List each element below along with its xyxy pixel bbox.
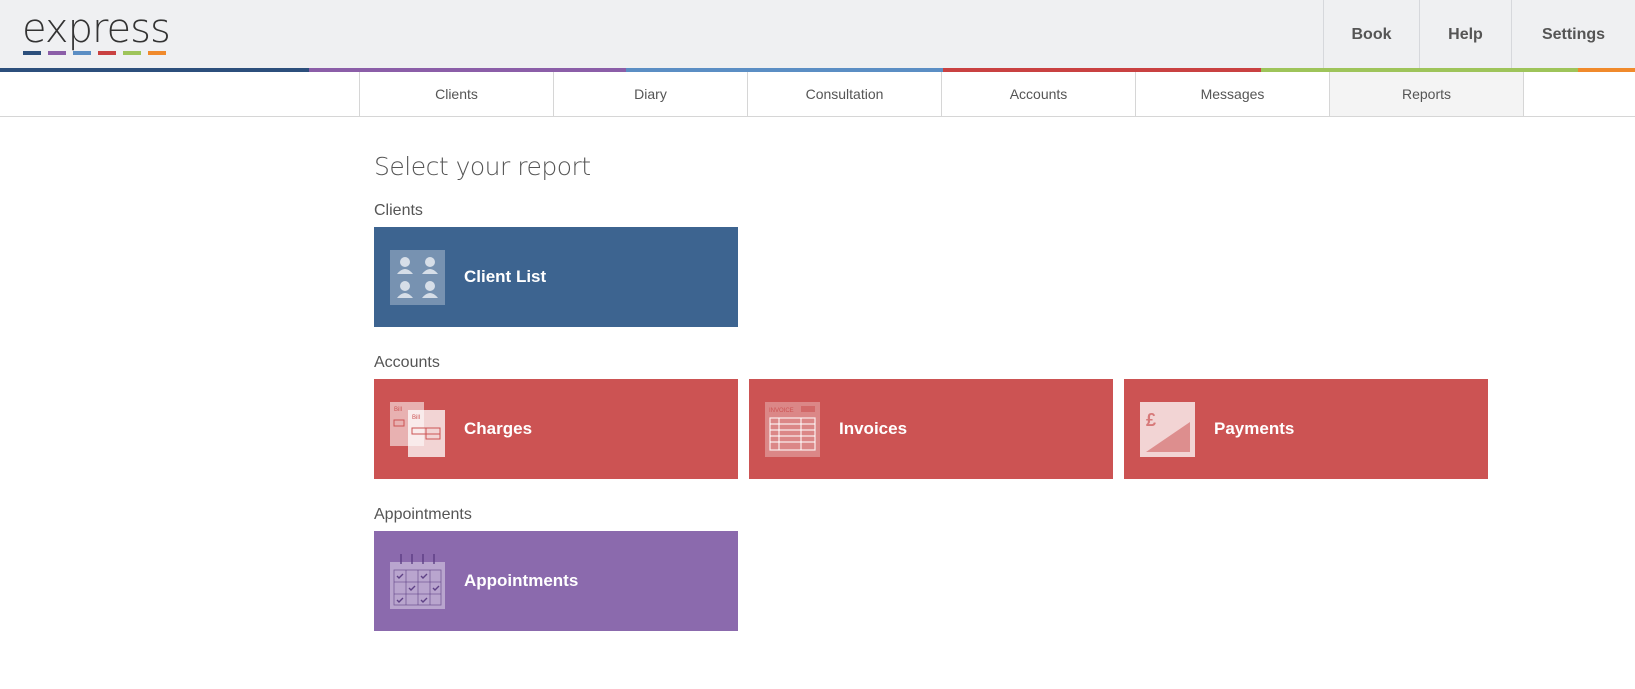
charges-label: Charges	[464, 419, 533, 438]
client-list-label: Client List	[464, 267, 547, 286]
section-label-appointments: Appointments	[374, 506, 472, 523]
pound-sign: £	[1146, 410, 1156, 430]
payments-label: Payments	[1214, 419, 1295, 438]
main-nav: Clients Diary Consultation Accounts Mess…	[0, 72, 1635, 117]
calendar-icon	[390, 553, 445, 609]
tab-diary[interactable]: Diary	[554, 72, 748, 116]
charges-icon: Bill Bill	[390, 401, 445, 457]
tab-clients[interactable]: Clients	[360, 72, 554, 116]
bill-text-1: Bill	[394, 407, 402, 413]
tab-messages[interactable]: Messages	[1136, 72, 1330, 116]
tab-reports[interactable]: Reports	[1330, 72, 1524, 116]
section-label-clients: Clients	[374, 202, 423, 219]
charges-tile[interactable]: Bill Bill Charges	[374, 379, 738, 479]
settings-button[interactable]: Settings	[1511, 0, 1635, 69]
payments-tile[interactable]: £ Payments	[1124, 379, 1488, 479]
client-list-icon	[390, 249, 445, 305]
invoice-text: INVOICE	[769, 408, 794, 414]
appointments-tile[interactable]: Appointments	[374, 531, 738, 631]
book-button[interactable]: Book	[1323, 0, 1419, 69]
express-logo[interactable]: express	[22, 6, 171, 55]
section-label-accounts: Accounts	[374, 354, 440, 371]
appointments-label: Appointments	[464, 571, 579, 590]
help-button[interactable]: Help	[1419, 0, 1511, 69]
invoices-label: Invoices	[839, 419, 908, 438]
bill-text-2: Bill	[412, 415, 420, 421]
client-list-tile[interactable]: Client List	[374, 227, 738, 327]
invoices-icon: INVOICE	[765, 401, 820, 457]
logo-text: express	[22, 6, 171, 52]
tab-consultation[interactable]: Consultation	[748, 72, 942, 116]
top-nav: Book Help Settings	[1323, 0, 1635, 69]
payments-icon: £	[1140, 401, 1195, 457]
invoices-tile[interactable]: INVOICE Invoices	[749, 379, 1113, 479]
page-title: Select your report	[374, 152, 591, 181]
tab-accounts[interactable]: Accounts	[942, 72, 1136, 116]
top-header: express Book Help Settings	[0, 0, 1635, 69]
